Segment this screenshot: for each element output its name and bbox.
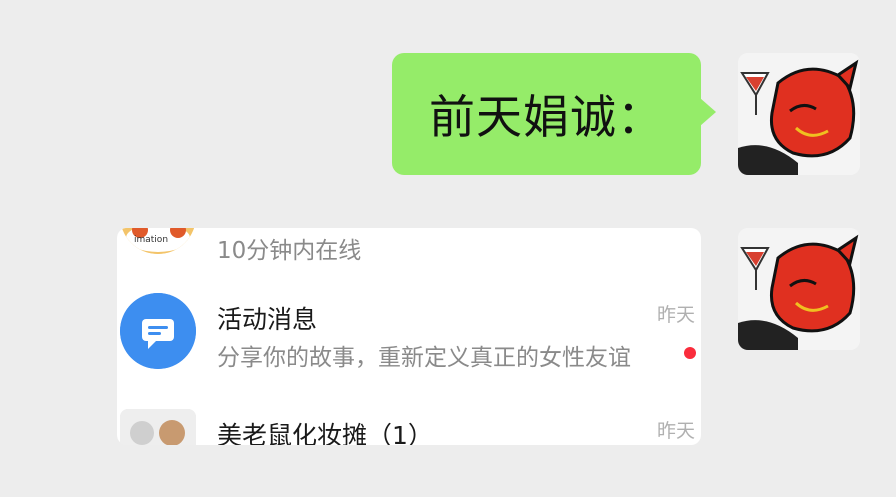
sender-avatar[interactable]	[738, 53, 860, 175]
unread-badge	[684, 347, 696, 359]
red-devil-cartoon-icon	[738, 53, 860, 175]
cartoon-avatar-icon: imation	[120, 228, 196, 254]
row-title: 活动消息	[217, 305, 318, 334]
row-time: 昨天	[656, 304, 695, 326]
row-time: 昨天	[656, 420, 695, 442]
chat-bubble-tail	[700, 98, 716, 126]
row-subtitle: 10分钟内在线	[217, 238, 362, 264]
sender-avatar[interactable]	[738, 228, 860, 350]
group-avatar-icon	[120, 409, 196, 445]
svg-text:imation: imation	[134, 235, 168, 245]
list-item[interactable]: 活动消息 昨天 分享你的故事，重新定义真正的女性友谊	[117, 290, 701, 380]
message-bubble-icon	[120, 293, 196, 369]
chat-message-text: 前天娟诚：	[429, 90, 664, 144]
chat-bubble-sent[interactable]: 前天娟诚：	[392, 53, 701, 175]
red-devil-cartoon-icon	[738, 228, 860, 350]
list-item[interactable]: 美老鼠化妆摊（1） 昨天	[117, 406, 701, 445]
list-item[interactable]: imation 10分钟内在线	[117, 228, 701, 264]
shared-screenshot-card[interactable]: imation 10分钟内在线 活动消息 昨天 分享你的故事，重新定义真正的女性…	[117, 228, 701, 445]
row-title: 美老鼠化妆摊（1）	[217, 421, 433, 445]
row-subtitle: 分享你的故事，重新定义真正的女性友谊	[217, 345, 631, 371]
